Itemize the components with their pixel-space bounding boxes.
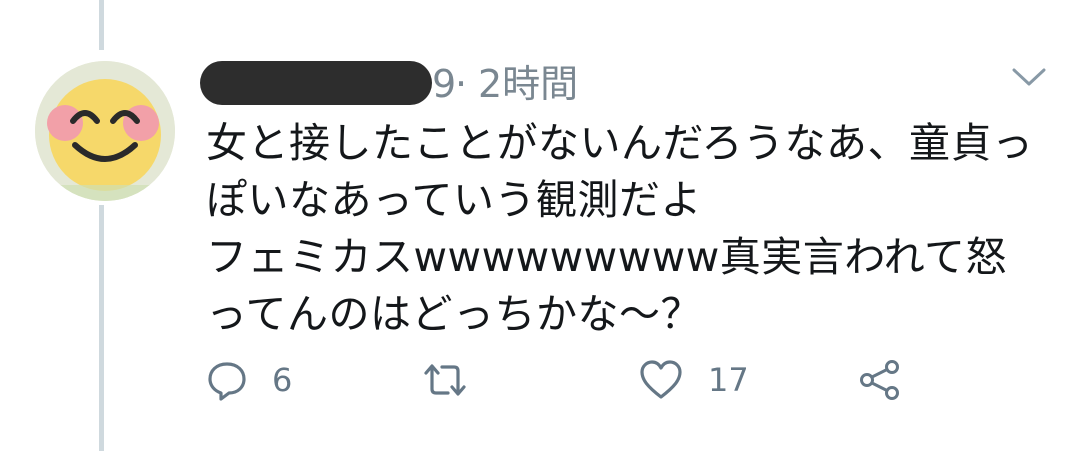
tweet-header: 9 · 2時間 [200, 58, 980, 108]
timestamp[interactable]: 2時間 [478, 64, 578, 104]
share-icon [860, 360, 899, 400]
reply-button[interactable]: 6 [206, 352, 292, 408]
thread-line-bottom [99, 205, 104, 451]
chevron-down-icon[interactable] [1010, 64, 1048, 90]
tweet-text-line: 女と接したことがないんだろうなあ、童貞っ [206, 119, 1034, 167]
tweet-text-line: ってんのはどっちかな〜？ [206, 290, 702, 338]
thread-line-top [99, 0, 104, 50]
avatar-smiley-icon [35, 61, 175, 201]
tweet-text-line: フェミカスwwwwwwwww真実言われて怒 [206, 233, 1008, 281]
share-button[interactable] [858, 352, 902, 408]
like-button[interactable]: 17 [638, 352, 749, 408]
reply-icon [208, 362, 246, 401]
retweet-icon [424, 364, 466, 396]
handle-suffix: 9 [432, 62, 457, 106]
reply-count: 6 [272, 361, 293, 399]
tweet-text: 女と接したことがないんだろうなあ、童貞っ ぽいなあっていう観測だよ フェミカスw… [206, 115, 1066, 343]
separator-dot: · [455, 62, 468, 106]
tweet-text-line: ぽいなあっていう観測だよ [206, 176, 702, 224]
like-icon [640, 360, 682, 399]
avatar[interactable] [35, 61, 175, 201]
like-count: 17 [708, 361, 749, 399]
redacted-username [200, 61, 432, 105]
action-bar: 6 17 [200, 352, 960, 408]
retweet-button[interactable] [422, 352, 492, 408]
